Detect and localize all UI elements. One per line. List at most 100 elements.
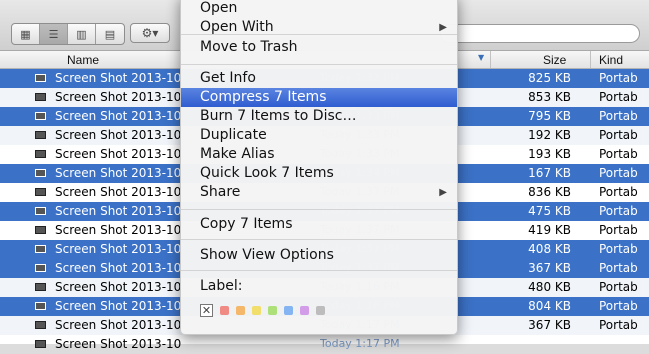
file-size: 167 KB <box>528 166 571 180</box>
image-file-icon <box>35 283 46 291</box>
file-name: Screen Shot 2013-10 <box>55 204 182 218</box>
menu-item-copy-7-items[interactable]: Copy 7 Items <box>181 215 457 234</box>
menu-item-make-alias[interactable]: Make Alias <box>181 145 457 164</box>
menu-item-label: Label: <box>181 277 457 296</box>
file-name: Screen Shot 2013-10 <box>55 242 182 256</box>
label-color-swatch[interactable] <box>300 306 309 315</box>
menu-item-label: Open With <box>200 19 274 35</box>
image-file-icon <box>35 131 46 139</box>
file-name: Screen Shot 2013-10 <box>55 109 182 123</box>
menu-item-open[interactable]: Open <box>181 0 457 18</box>
image-file-icon <box>35 74 46 82</box>
menu-item-move-to-trash[interactable]: Move to Trash <box>181 38 457 57</box>
file-kind: Portab <box>599 280 638 294</box>
file-name: Screen Shot 2013-10 <box>55 185 182 199</box>
menu-item-label: Get Info <box>200 70 256 86</box>
menu-item-quick-look-7-items[interactable]: Quick Look 7 Items <box>181 164 457 183</box>
menu-item-label: Show View Options <box>200 247 334 263</box>
context-menu: Open Open With ▶ Move to Trash Get Info Compr… <box>180 0 458 335</box>
menu-item-compress-7-items[interactable]: Compress 7 Items <box>181 88 457 107</box>
file-kind: Portab <box>599 318 638 332</box>
image-file-icon <box>35 150 46 158</box>
file-size: 804 KB <box>528 299 571 313</box>
label-color-swatch[interactable] <box>284 306 293 315</box>
image-file-icon <box>35 93 46 101</box>
menu-item-label: Copy 7 Items <box>200 216 293 232</box>
file-name: Screen Shot 2013-10 <box>55 71 182 85</box>
file-size: 419 KB <box>528 223 571 237</box>
file-kind: Portab <box>599 128 638 142</box>
column-name-header[interactable]: Name <box>67 53 99 67</box>
menu-item-get-info[interactable]: Get Info <box>181 69 457 88</box>
image-file-icon <box>35 302 46 310</box>
icon-view-icon[interactable]: ▦ <box>12 24 40 44</box>
file-name: Screen Shot 2013-10 <box>55 223 182 237</box>
column-size-header[interactable]: Size <box>543 53 566 67</box>
label-color-swatch[interactable] <box>252 306 261 315</box>
image-file-icon <box>35 188 46 196</box>
list-view-icon[interactable]: ☰ <box>40 24 68 44</box>
column-divider[interactable] <box>490 51 491 68</box>
file-size: 367 KB <box>528 261 571 275</box>
file-size: 475 KB <box>528 204 571 218</box>
column-divider[interactable] <box>590 51 591 68</box>
menu-separator <box>181 64 457 65</box>
label-color-swatch[interactable] <box>316 306 325 315</box>
menu-item-burn-7-items-to-disc[interactable]: Burn 7 Items to Disc… <box>181 107 457 126</box>
menu-item-label: Label: <box>200 278 243 294</box>
image-file-icon <box>35 245 46 253</box>
label-color-swatch[interactable] <box>220 306 229 315</box>
menu-item-label: Burn 7 Items to Disc… <box>200 108 357 124</box>
image-file-icon <box>35 340 46 348</box>
file-kind: Portab <box>599 90 638 104</box>
file-kind: Portab <box>599 261 638 275</box>
file-name: Screen Shot 2013-10 <box>55 261 182 275</box>
file-kind: Portab <box>599 166 638 180</box>
file-name: Screen Shot 2013-10 <box>55 128 182 142</box>
file-size: 192 KB <box>528 128 571 142</box>
image-file-icon <box>35 321 46 329</box>
image-file-icon <box>35 207 46 215</box>
sort-descending-icon: ▼ <box>478 53 485 62</box>
image-file-icon <box>35 264 46 272</box>
file-kind: Portab <box>599 71 638 85</box>
label-color-swatch[interactable] <box>268 306 277 315</box>
column-kind-header[interactable]: Kind <box>599 53 623 67</box>
menu-item-duplicate[interactable]: Duplicate <box>181 126 457 145</box>
menu-item-label: Share <box>200 184 241 200</box>
menu-separator <box>181 270 457 271</box>
file-kind: Portab <box>599 204 638 218</box>
menu-separator <box>181 239 457 240</box>
file-size: 825 KB <box>528 71 571 85</box>
file-name: Screen Shot 2013-10 <box>55 90 182 104</box>
label-color-picker: ✕ <box>200 304 332 317</box>
menu-item-label: Open <box>200 0 238 16</box>
table-row[interactable]: Screen Shot 2013-10 Today 1:17 PM <box>0 335 649 354</box>
image-file-icon <box>35 112 46 120</box>
view-mode-segmented-control: ▦ ☰ ▥ ▤ <box>11 23 125 45</box>
file-kind: Portab <box>599 185 638 199</box>
action-gear-button[interactable]: ⚙▾ <box>130 23 170 43</box>
menu-item-share[interactable]: Share ▶ <box>181 183 457 202</box>
image-file-icon <box>35 169 46 177</box>
file-size: 836 KB <box>528 185 571 199</box>
file-size: 193 KB <box>528 147 571 161</box>
search-input[interactable] <box>440 24 640 43</box>
file-size: 480 KB <box>528 280 571 294</box>
column-view-icon[interactable]: ▥ <box>68 24 96 44</box>
submenu-arrow-icon: ▶ <box>439 187 447 198</box>
file-size: 367 KB <box>528 318 571 332</box>
menu-item-label: Compress 7 Items <box>200 89 327 105</box>
menu-item-open-with[interactable]: Open With ▶ <box>181 18 457 37</box>
menu-item-label: Make Alias <box>200 146 275 162</box>
coverflow-view-icon[interactable]: ▤ <box>96 24 124 44</box>
menu-item-show-view-options[interactable]: Show View Options <box>181 246 457 265</box>
file-name: Screen Shot 2013-10 <box>55 147 182 161</box>
file-kind: Portab <box>599 299 638 313</box>
file-name: Screen Shot 2013-10 <box>55 280 182 294</box>
gear-icon: ⚙▾ <box>141 26 159 40</box>
file-name: Screen Shot 2013-10 <box>55 318 182 332</box>
image-file-icon <box>35 226 46 234</box>
label-none-icon[interactable]: ✕ <box>200 304 213 317</box>
label-color-swatch[interactable] <box>236 306 245 315</box>
